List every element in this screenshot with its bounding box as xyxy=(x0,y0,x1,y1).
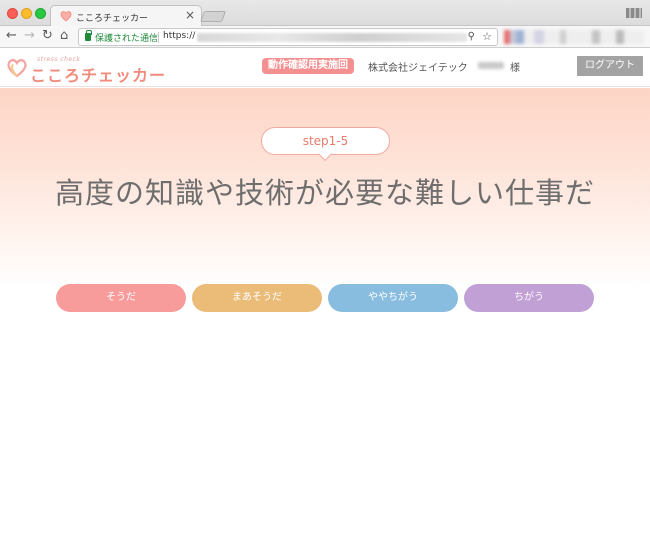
answer-button-chigau[interactable]: ちがう xyxy=(464,284,594,312)
url-text: https:// xyxy=(163,31,196,41)
home-icon[interactable]: ⌂ xyxy=(60,28,68,43)
extension-icons[interactable] xyxy=(504,30,644,44)
honorific: 様 xyxy=(510,63,520,74)
browser-toolbar: ← → ↻ ⌂ 保護された通信 https:// ⚲ ☆ xyxy=(0,26,650,48)
user-name-redacted xyxy=(478,62,504,69)
answer-button-yaya-chigau[interactable]: ややちがう xyxy=(328,284,458,312)
mode-badge: 動作確認用実施回 xyxy=(262,58,354,74)
logo-text: こころチェッカー xyxy=(30,66,167,85)
window-minimize-button[interactable] xyxy=(21,8,32,19)
site-header: stress check こころチェッカー 動作確認用実施回 株式会社ジェイテッ… xyxy=(0,49,650,87)
logout-button[interactable]: ログアウト xyxy=(577,56,643,76)
new-tab-button[interactable] xyxy=(199,11,227,22)
key-icon[interactable]: ⚲ xyxy=(468,31,475,42)
window-maximize-button[interactable] xyxy=(35,8,46,19)
url-redacted xyxy=(197,33,467,42)
window-close-button[interactable] xyxy=(7,8,18,19)
lock-icon xyxy=(85,30,92,41)
heart-favicon-icon xyxy=(60,11,72,22)
browser-tab[interactable]: こころチェッカー × xyxy=(50,5,202,27)
url-divider xyxy=(158,32,159,43)
tab-title: こころチェッカー xyxy=(76,14,149,24)
answer-button-maa-sou-da[interactable]: まあそうだ xyxy=(192,284,322,312)
back-arrow-icon[interactable]: ← xyxy=(6,28,17,43)
secure-connection-label: 保護された通信 xyxy=(95,34,159,44)
question-area: step1-5 高度の知識や技術が必要な難しい仕事だ xyxy=(0,88,650,288)
browser-tab-bar: こころチェッカー × xyxy=(0,0,650,27)
heart-logo-icon xyxy=(7,59,27,78)
question-text: 高度の知識や技術が必要な難しい仕事だ xyxy=(54,176,595,210)
address-bar[interactable]: 保護された通信 https:// ⚲ ☆ xyxy=(78,28,498,46)
forward-arrow-icon[interactable]: → xyxy=(24,28,35,43)
answer-button-sou-da[interactable]: そうだ xyxy=(56,284,186,312)
company-name: 株式会社ジェイテック xyxy=(368,63,468,74)
answer-options: そうだ まあそうだ ややちがう ちがう xyxy=(0,284,650,314)
reload-icon[interactable]: ↻ xyxy=(42,28,53,43)
bookmark-star-icon[interactable]: ☆ xyxy=(482,30,492,43)
tab-close-icon[interactable]: × xyxy=(185,8,195,22)
profile-icon[interactable] xyxy=(626,8,642,18)
